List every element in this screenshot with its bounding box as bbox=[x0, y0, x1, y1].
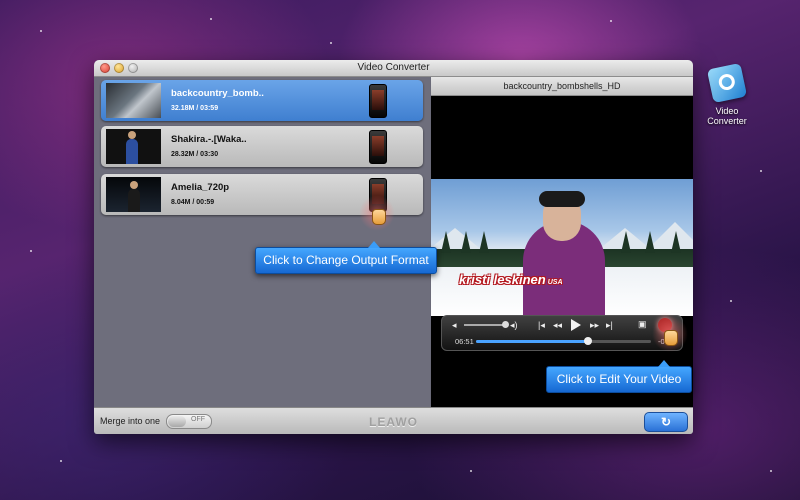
star bbox=[610, 20, 612, 22]
leawo-logo: LEAWO bbox=[369, 415, 418, 429]
camera-icon[interactable]: ▣ bbox=[638, 319, 647, 329]
file-thumbnail bbox=[106, 83, 161, 118]
video-converter-icon bbox=[706, 62, 748, 104]
tree bbox=[479, 231, 489, 253]
tree bbox=[441, 231, 451, 253]
titlebar: Video Converter bbox=[94, 60, 693, 77]
output-format-icon[interactable] bbox=[369, 130, 387, 164]
star bbox=[30, 250, 32, 252]
overlay-country: USA bbox=[547, 279, 563, 286]
tree bbox=[671, 231, 681, 253]
star bbox=[330, 42, 332, 44]
star bbox=[730, 300, 732, 302]
window-title: Video Converter bbox=[357, 62, 430, 73]
tooltip-output-format: Click to Change Output Format bbox=[255, 241, 437, 274]
current-time: 06:51 bbox=[455, 337, 474, 346]
file-meta: 28.32M / 03:30 bbox=[171, 151, 219, 158]
tree bbox=[645, 231, 655, 253]
minimize-button[interactable] bbox=[114, 63, 124, 73]
close-button[interactable] bbox=[100, 63, 110, 73]
bottom-toolbar: Merge into one OFF LEAWO ↻ bbox=[94, 407, 693, 434]
tree bbox=[621, 231, 631, 253]
pointer-hand-icon bbox=[372, 209, 386, 225]
overlay-name-tag: kristi leskinen USA bbox=[459, 272, 563, 287]
merge-label: Merge into one bbox=[100, 416, 161, 426]
star bbox=[60, 460, 62, 462]
convert-button[interactable]: ↻ bbox=[644, 412, 688, 432]
toggle-state: OFF bbox=[191, 416, 205, 423]
goggles bbox=[539, 191, 585, 207]
file-name: Amelia_720p bbox=[171, 182, 230, 193]
file-item[interactable]: backcountry_bomb.. 32.18M / 03:59 bbox=[101, 80, 423, 121]
refresh-icon: ↻ bbox=[660, 415, 672, 429]
player-controls: ◂ ◂) |◂ ◂◂ ▸▸ ▸| ▣ 06:51 -0 bbox=[441, 315, 683, 351]
skip-forward-icon[interactable]: ▸| bbox=[606, 320, 613, 330]
desktop-icon-label: Video Converter bbox=[707, 106, 747, 126]
output-format-icon[interactable] bbox=[369, 84, 387, 118]
pointer-hand-icon bbox=[664, 330, 678, 346]
file-thumbnail bbox=[106, 177, 161, 212]
video-title: backcountry_bombshells_HD bbox=[431, 77, 693, 96]
zoom-button[interactable] bbox=[128, 63, 138, 73]
progress-fill bbox=[476, 340, 588, 343]
desktop-icon-video-converter[interactable]: Video Converter bbox=[702, 62, 752, 126]
star bbox=[770, 470, 772, 472]
file-name: Shakira.-.[Waka.. bbox=[171, 134, 247, 145]
rewind-icon[interactable]: ◂◂ bbox=[553, 320, 562, 330]
fast-forward-icon[interactable]: ▸▸ bbox=[590, 320, 599, 330]
merge-toggle[interactable]: OFF bbox=[166, 414, 212, 429]
star bbox=[760, 170, 762, 172]
file-item[interactable]: Shakira.-.[Waka.. 28.32M / 03:30 bbox=[101, 126, 423, 167]
video-frame[interactable]: kristi leskinen USA bbox=[431, 179, 693, 316]
play-button[interactable] bbox=[571, 319, 581, 331]
file-meta: 32.18M / 03:59 bbox=[171, 105, 219, 112]
overlay-name: kristi leskinen bbox=[459, 272, 546, 287]
preview-pane: backcountry_bombshells_HD kristi leskine… bbox=[431, 77, 693, 407]
file-meta: 8.04M / 00:59 bbox=[171, 199, 215, 206]
file-name: backcountry_bomb.. bbox=[171, 88, 264, 99]
file-thumbnail bbox=[106, 129, 161, 164]
tree bbox=[461, 231, 471, 253]
toggle-knob bbox=[168, 416, 186, 427]
skip-back-icon[interactable]: |◂ bbox=[538, 320, 545, 330]
volume-knob[interactable] bbox=[502, 321, 509, 328]
tooltip-edit-video: Click to Edit Your Video bbox=[546, 360, 692, 393]
progress-knob[interactable] bbox=[584, 337, 592, 345]
star bbox=[210, 18, 212, 20]
progress-bar[interactable] bbox=[476, 337, 651, 345]
volume-high-icon[interactable]: ◂) bbox=[510, 320, 518, 330]
star bbox=[40, 30, 42, 32]
volume-low-icon[interactable]: ◂ bbox=[452, 320, 457, 330]
star bbox=[470, 470, 472, 472]
